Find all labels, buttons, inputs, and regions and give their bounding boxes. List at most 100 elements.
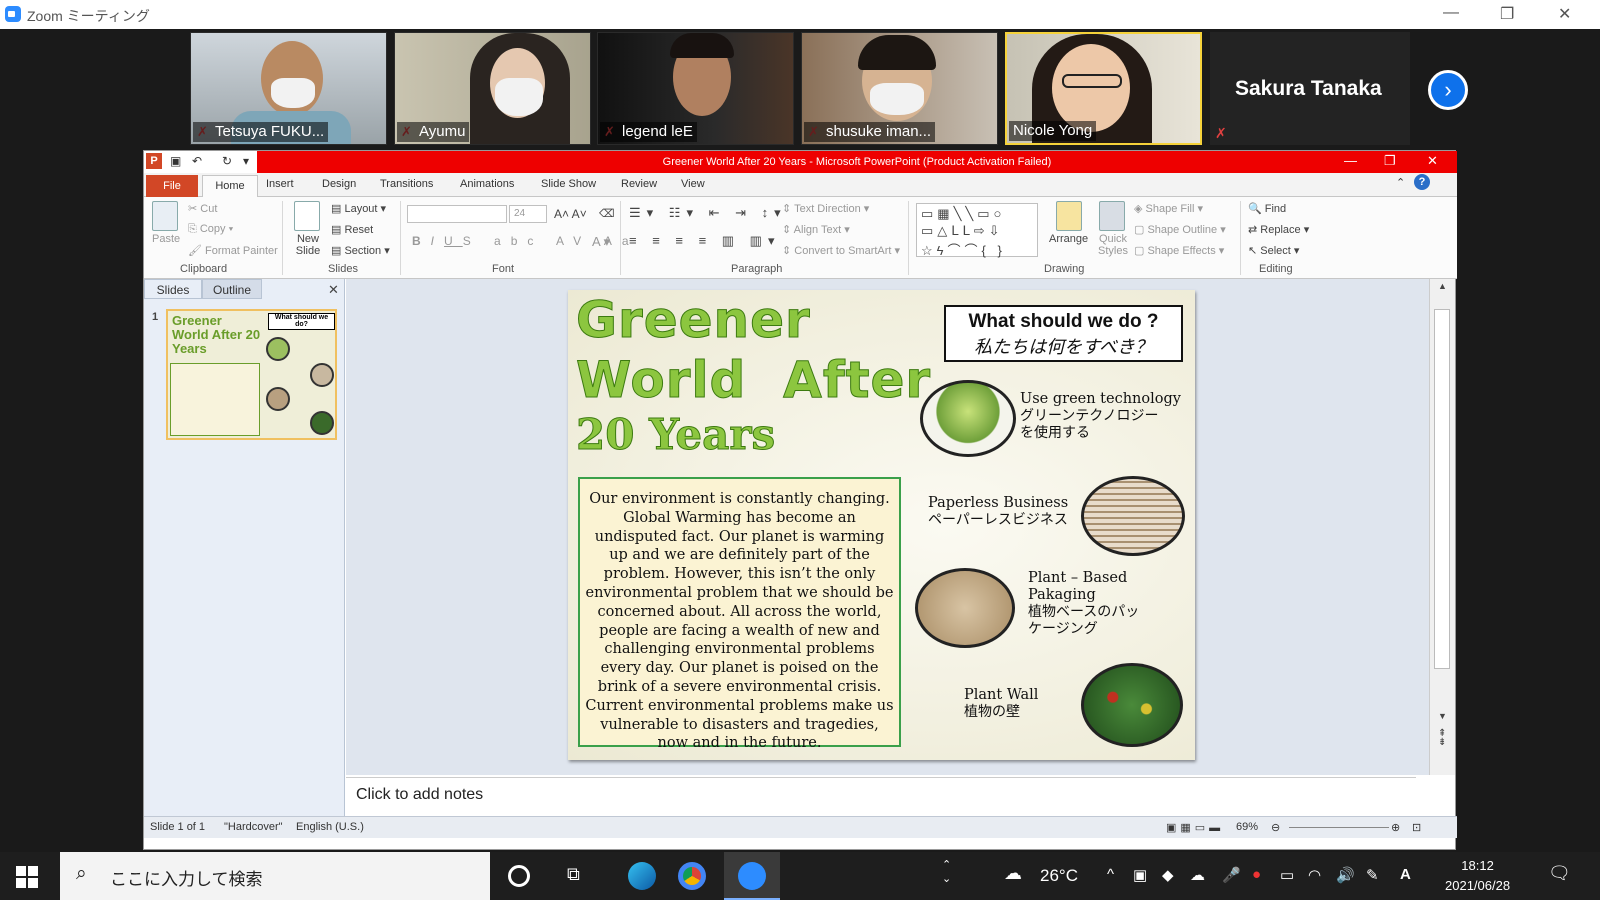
tab-slides[interactable]: Slides: [144, 279, 202, 299]
zoom-taskbar-item[interactable]: [724, 852, 780, 900]
reset-button[interactable]: ▤ Reset: [331, 223, 373, 236]
taskbar-scroll-icon[interactable]: ⌃ ⌄: [942, 858, 951, 886]
weather-icon[interactable]: ☁: [1004, 863, 1022, 884]
font-color-icon[interactable]: A ▾: [592, 234, 610, 250]
participant-tile[interactable]: ✗ legend leE: [597, 32, 794, 145]
vertical-scrollbar[interactable]: ▲ ▼ ⇞ ⇟: [1429, 279, 1455, 775]
help-icon[interactable]: ?: [1414, 174, 1430, 190]
participant-tile-no-video[interactable]: Sakura Tanaka: [1210, 32, 1410, 145]
shape-outline-button[interactable]: ▢ Shape Outline ▾: [1134, 223, 1226, 236]
participant-tile[interactable]: ✗ shusuke iman...: [801, 32, 998, 145]
font-name-box[interactable]: [407, 205, 507, 223]
what-should-we-do-box[interactable]: What should we do ? 私たちは何をすべき？: [944, 305, 1183, 362]
list-icons[interactable]: ☰▾ ☷▾ ⇤ ⇥ ↕▾: [629, 205, 787, 221]
slide-body-text[interactable]: Our environment is constantly changing. …: [578, 477, 901, 751]
close-pane-icon[interactable]: ✕: [328, 282, 339, 298]
paper-stack-image[interactable]: [1081, 476, 1185, 556]
item-plant-based-packaging[interactable]: Plant – Based Pakaging 植物ベースのパッケージング: [1028, 570, 1148, 638]
security-icon[interactable]: ●: [1252, 866, 1261, 883]
show-hidden-icons[interactable]: ^: [1107, 866, 1114, 883]
slide-canvas[interactable]: Greener World After 20 Years Our environ…: [568, 290, 1195, 760]
participant-tile[interactable]: ✗ Tetsuya FUKU...: [190, 32, 387, 145]
fit-to-window-icon[interactable]: ⊡: [1412, 821, 1421, 834]
green-technology-image[interactable]: [920, 380, 1016, 457]
tab-transitions[interactable]: Transitions: [380, 178, 433, 190]
format-painter-button[interactable]: 🖌 Format Painter: [188, 244, 278, 257]
replace-button[interactable]: ⇄ Replace ▾: [1248, 223, 1309, 236]
tab-slide-show[interactable]: Slide Show: [541, 178, 596, 190]
tab-file[interactable]: File: [146, 175, 198, 197]
onedrive-icon[interactable]: ☁: [1190, 866, 1205, 884]
tab-review[interactable]: Review: [621, 178, 657, 190]
ppt-close-icon[interactable]: ✕: [1427, 153, 1438, 169]
copy-button[interactable]: ⎘ Copy ▾: [188, 223, 233, 236]
shape-effects-button[interactable]: ▢ Shape Effects ▾: [1134, 244, 1224, 257]
minimize-icon[interactable]: —: [1443, 4, 1459, 22]
customize-toolbar-icon[interactable]: ▾: [243, 154, 249, 168]
slide-title[interactable]: Greener World After: [575, 290, 931, 410]
language[interactable]: English (U.S.): [296, 821, 364, 833]
tab-home[interactable]: Home: [202, 175, 258, 198]
volume-icon[interactable]: 🔊: [1336, 866, 1355, 884]
slide-thumbnail[interactable]: Greener World After 20 Years What should…: [166, 309, 337, 440]
next-page-button[interactable]: ›: [1428, 70, 1468, 110]
tab-view[interactable]: View: [681, 178, 705, 190]
redo-icon[interactable]: ↻: [222, 154, 232, 168]
view-buttons[interactable]: ▣▦▭▬: [1166, 821, 1224, 834]
temperature[interactable]: 26°C: [1040, 866, 1078, 886]
tab-animations[interactable]: Animations: [460, 178, 514, 190]
convert-smartart-button[interactable]: ⇕ Convert to SmartArt ▾: [782, 244, 900, 257]
paste-button[interactable]: Paste: [152, 233, 180, 245]
participant-tile-active-speaker[interactable]: Nicole Yong: [1005, 32, 1202, 145]
wifi-icon[interactable]: ◠: [1308, 866, 1321, 884]
item-plant-wall[interactable]: Plant Wall 植物の壁: [964, 687, 1038, 721]
clear-format-icon[interactable]: ⌫: [599, 207, 615, 220]
restore-icon[interactable]: ❐: [1500, 4, 1514, 24]
cortana-icon[interactable]: [508, 865, 530, 887]
zoom-out-icon[interactable]: ⊖: [1271, 821, 1280, 834]
ppt-restore-icon[interactable]: ❐: [1384, 153, 1396, 169]
arrange-button[interactable]: Arrange: [1049, 233, 1088, 245]
tab-design[interactable]: Design: [322, 178, 356, 190]
edge-icon[interactable]: [628, 862, 656, 890]
notification-icon[interactable]: 🗨: [1548, 863, 1571, 884]
tab-outline[interactable]: Outline: [202, 279, 262, 299]
shape-fill-button[interactable]: ◈ Shape Fill ▾: [1134, 202, 1203, 215]
microphone-icon[interactable]: 🎤: [1222, 866, 1241, 884]
meet-now-icon[interactable]: ▣: [1133, 866, 1147, 884]
font-size-box[interactable]: 24: [509, 205, 547, 223]
tab-insert[interactable]: Insert: [266, 178, 294, 190]
pen-icon[interactable]: ✎: [1366, 866, 1379, 884]
item-paperless-business[interactable]: Paperless Business ペーパーレスビジネス: [928, 495, 1078, 529]
align-text-button[interactable]: ⇕ Align Text ▾: [782, 223, 850, 236]
windows-start-icon[interactable]: [16, 866, 38, 888]
zoom-level[interactable]: 69%: [1236, 821, 1258, 833]
grow-font-icon[interactable]: A˄ A˅: [554, 207, 587, 221]
close-icon[interactable]: ✕: [1558, 4, 1571, 24]
scroll-thumb[interactable]: [1434, 309, 1450, 669]
quick-styles-button[interactable]: Quick Styles: [1096, 233, 1130, 257]
taskbar-search-input[interactable]: ⌕ ここに入力して検索: [60, 852, 490, 900]
zoom-in-icon[interactable]: ⊕: [1391, 821, 1400, 834]
shapes-gallery[interactable]: ▭▦╲╲▭○ ▭△ᒪᒪ⇨⇩ ☆ϟ⌒⌒{ }: [916, 203, 1038, 258]
text-direction-button[interactable]: ⇕ Text Direction ▾: [782, 202, 869, 215]
new-slide-button[interactable]: New Slide: [293, 233, 323, 257]
find-button[interactable]: 🔍 Find: [1248, 202, 1286, 215]
layout-button[interactable]: ▤ Layout ▾: [331, 202, 386, 215]
plant-packaging-image[interactable]: [915, 568, 1015, 648]
select-button[interactable]: ↖ Select ▾: [1248, 244, 1299, 257]
notes-pane[interactable]: Click to add notes: [346, 777, 1416, 815]
undo-icon[interactable]: ↶: [192, 154, 202, 168]
save-icon[interactable]: ▣: [170, 154, 181, 168]
item-green-technology[interactable]: Use green technology グリーンテクノロジーを使用する: [1020, 391, 1181, 442]
plant-wall-image[interactable]: [1081, 663, 1183, 747]
dropbox-icon[interactable]: ◆: [1162, 866, 1174, 884]
battery-icon[interactable]: ▭: [1280, 866, 1294, 884]
alignment-icons[interactable]: ≡ ≡ ≡ ≡ ▥ ▥▾: [629, 233, 781, 249]
section-button[interactable]: ▤ Section ▾: [331, 244, 390, 257]
prev-slide-icon[interactable]: ⇞ ⇟: [1438, 729, 1446, 748]
ime-icon[interactable]: A: [1400, 866, 1411, 883]
chrome-icon[interactable]: [678, 862, 706, 890]
slide-title-years[interactable]: 20 Years: [575, 410, 775, 460]
task-view-icon[interactable]: ⧉: [567, 864, 580, 885]
